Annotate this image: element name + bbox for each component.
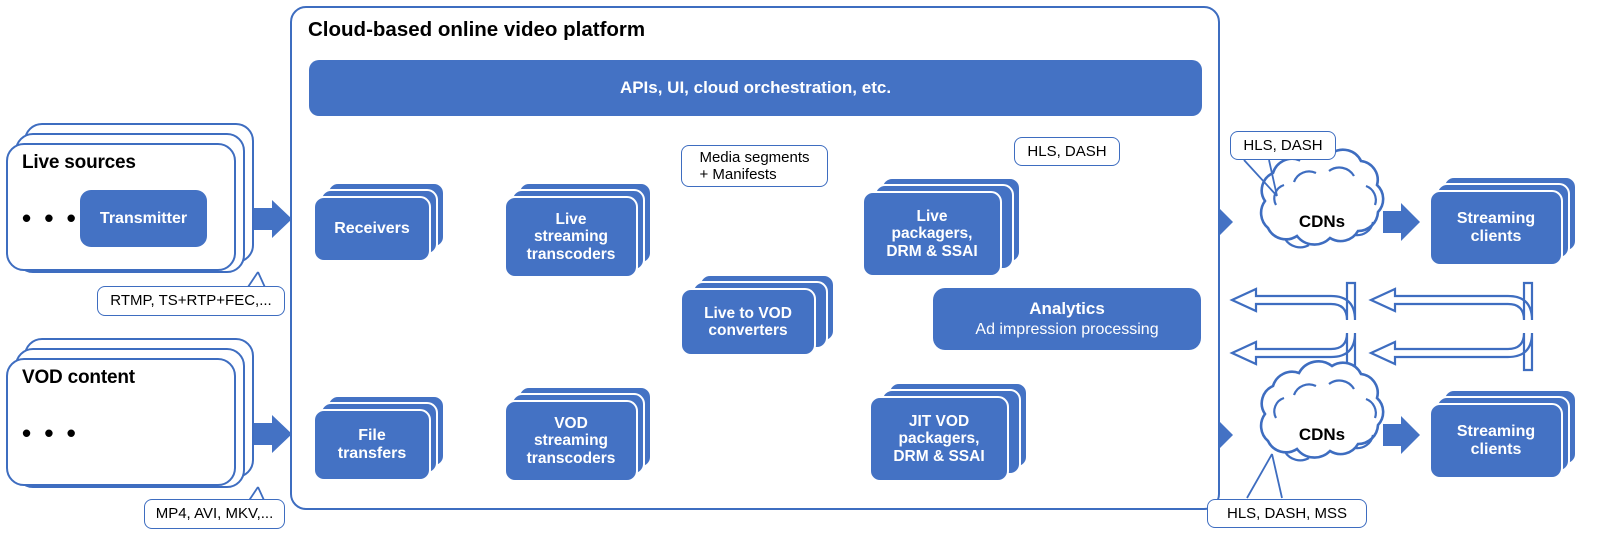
streaming-clients-vod-node[interactable]: Streaming clients xyxy=(1429,403,1563,479)
orchestration-bar[interactable]: APIs, UI, cloud orchestration, etc. xyxy=(309,60,1202,116)
storage-node-label[interactable]: Storage xyxy=(72,418,198,448)
live-sources-card[interactable]: Live sources • • • Transmitter xyxy=(6,143,236,271)
analytics-title: Analytics xyxy=(1029,299,1105,319)
arrow-feedback-live-clients xyxy=(1229,281,1357,321)
callout-rtmp-protocols: RTMP, TS+RTP+FEC,... xyxy=(97,286,285,316)
streaming-clients-live-node[interactable]: Streaming clients xyxy=(1429,190,1563,266)
cdn-vod-label[interactable]: CDNs xyxy=(1266,413,1378,457)
analytics-node[interactable]: Analytics Ad impression processing xyxy=(933,288,1201,350)
callout-hls-dash-origin: HLS, DASH xyxy=(1014,137,1120,166)
arrow-live-source-to-platform xyxy=(250,200,292,238)
origin-servers-vod-label[interactable]: Origin servers xyxy=(1060,413,1164,461)
live-to-vod-converters-node[interactable]: Live to VOD converters xyxy=(680,288,816,356)
origin-servers-live-label[interactable]: Origin servers xyxy=(1060,200,1164,248)
vod-content-ellipsis: • • • xyxy=(22,418,79,448)
live-sources-title: Live sources xyxy=(22,152,136,173)
callout-hls-dash-cdn-live: HLS, DASH xyxy=(1230,131,1336,160)
vod-content-title: VOD content xyxy=(22,367,135,388)
callout-hls-dash-mss-cdn-vod: HLS, DASH, MSS xyxy=(1207,499,1367,528)
arrow-vod-cdn-to-clients xyxy=(1383,416,1420,454)
callout-media-segments: Media segments + Manifests xyxy=(681,145,828,187)
arrow-feedback-vod-clients xyxy=(1368,281,1534,321)
cdn-live-label[interactable]: CDNs xyxy=(1266,200,1378,244)
arrow-vod-source-to-platform xyxy=(250,415,292,453)
live-sources-ellipsis: • • • xyxy=(22,203,79,233)
vod-content-node-label[interactable]: VOD Content xyxy=(690,412,790,456)
callout-tail-hls-dash-mss xyxy=(1246,453,1283,499)
diagram-canvas: Live sources • • • Transmitter VOD conte… xyxy=(0,0,1603,546)
analytics-subtitle: Ad impression processing xyxy=(975,320,1159,338)
jit-vod-packagers-drm-ssai-node[interactable]: JIT VOD packagers, DRM & SSAI xyxy=(869,396,1009,482)
vod-streaming-transcoders-node[interactable]: VOD streaming transcoders xyxy=(504,400,638,482)
arrow-feedback-vod-clients-lower xyxy=(1368,332,1534,372)
callout-mp4-formats: MP4, AVI, MKV,... xyxy=(144,499,285,529)
arrow-live-cdn-to-clients xyxy=(1383,203,1420,241)
live-streaming-transcoders-node[interactable]: Live streaming transcoders xyxy=(504,196,638,278)
receivers-node[interactable]: Receivers xyxy=(313,196,431,262)
live-packagers-drm-ssai-node[interactable]: Live packagers, DRM & SSAI xyxy=(862,191,1002,277)
transmitter-node[interactable]: Transmitter xyxy=(80,190,207,247)
platform-title: Cloud-based online video platform xyxy=(308,18,646,41)
file-transfers-node[interactable]: File transfers xyxy=(313,409,431,481)
